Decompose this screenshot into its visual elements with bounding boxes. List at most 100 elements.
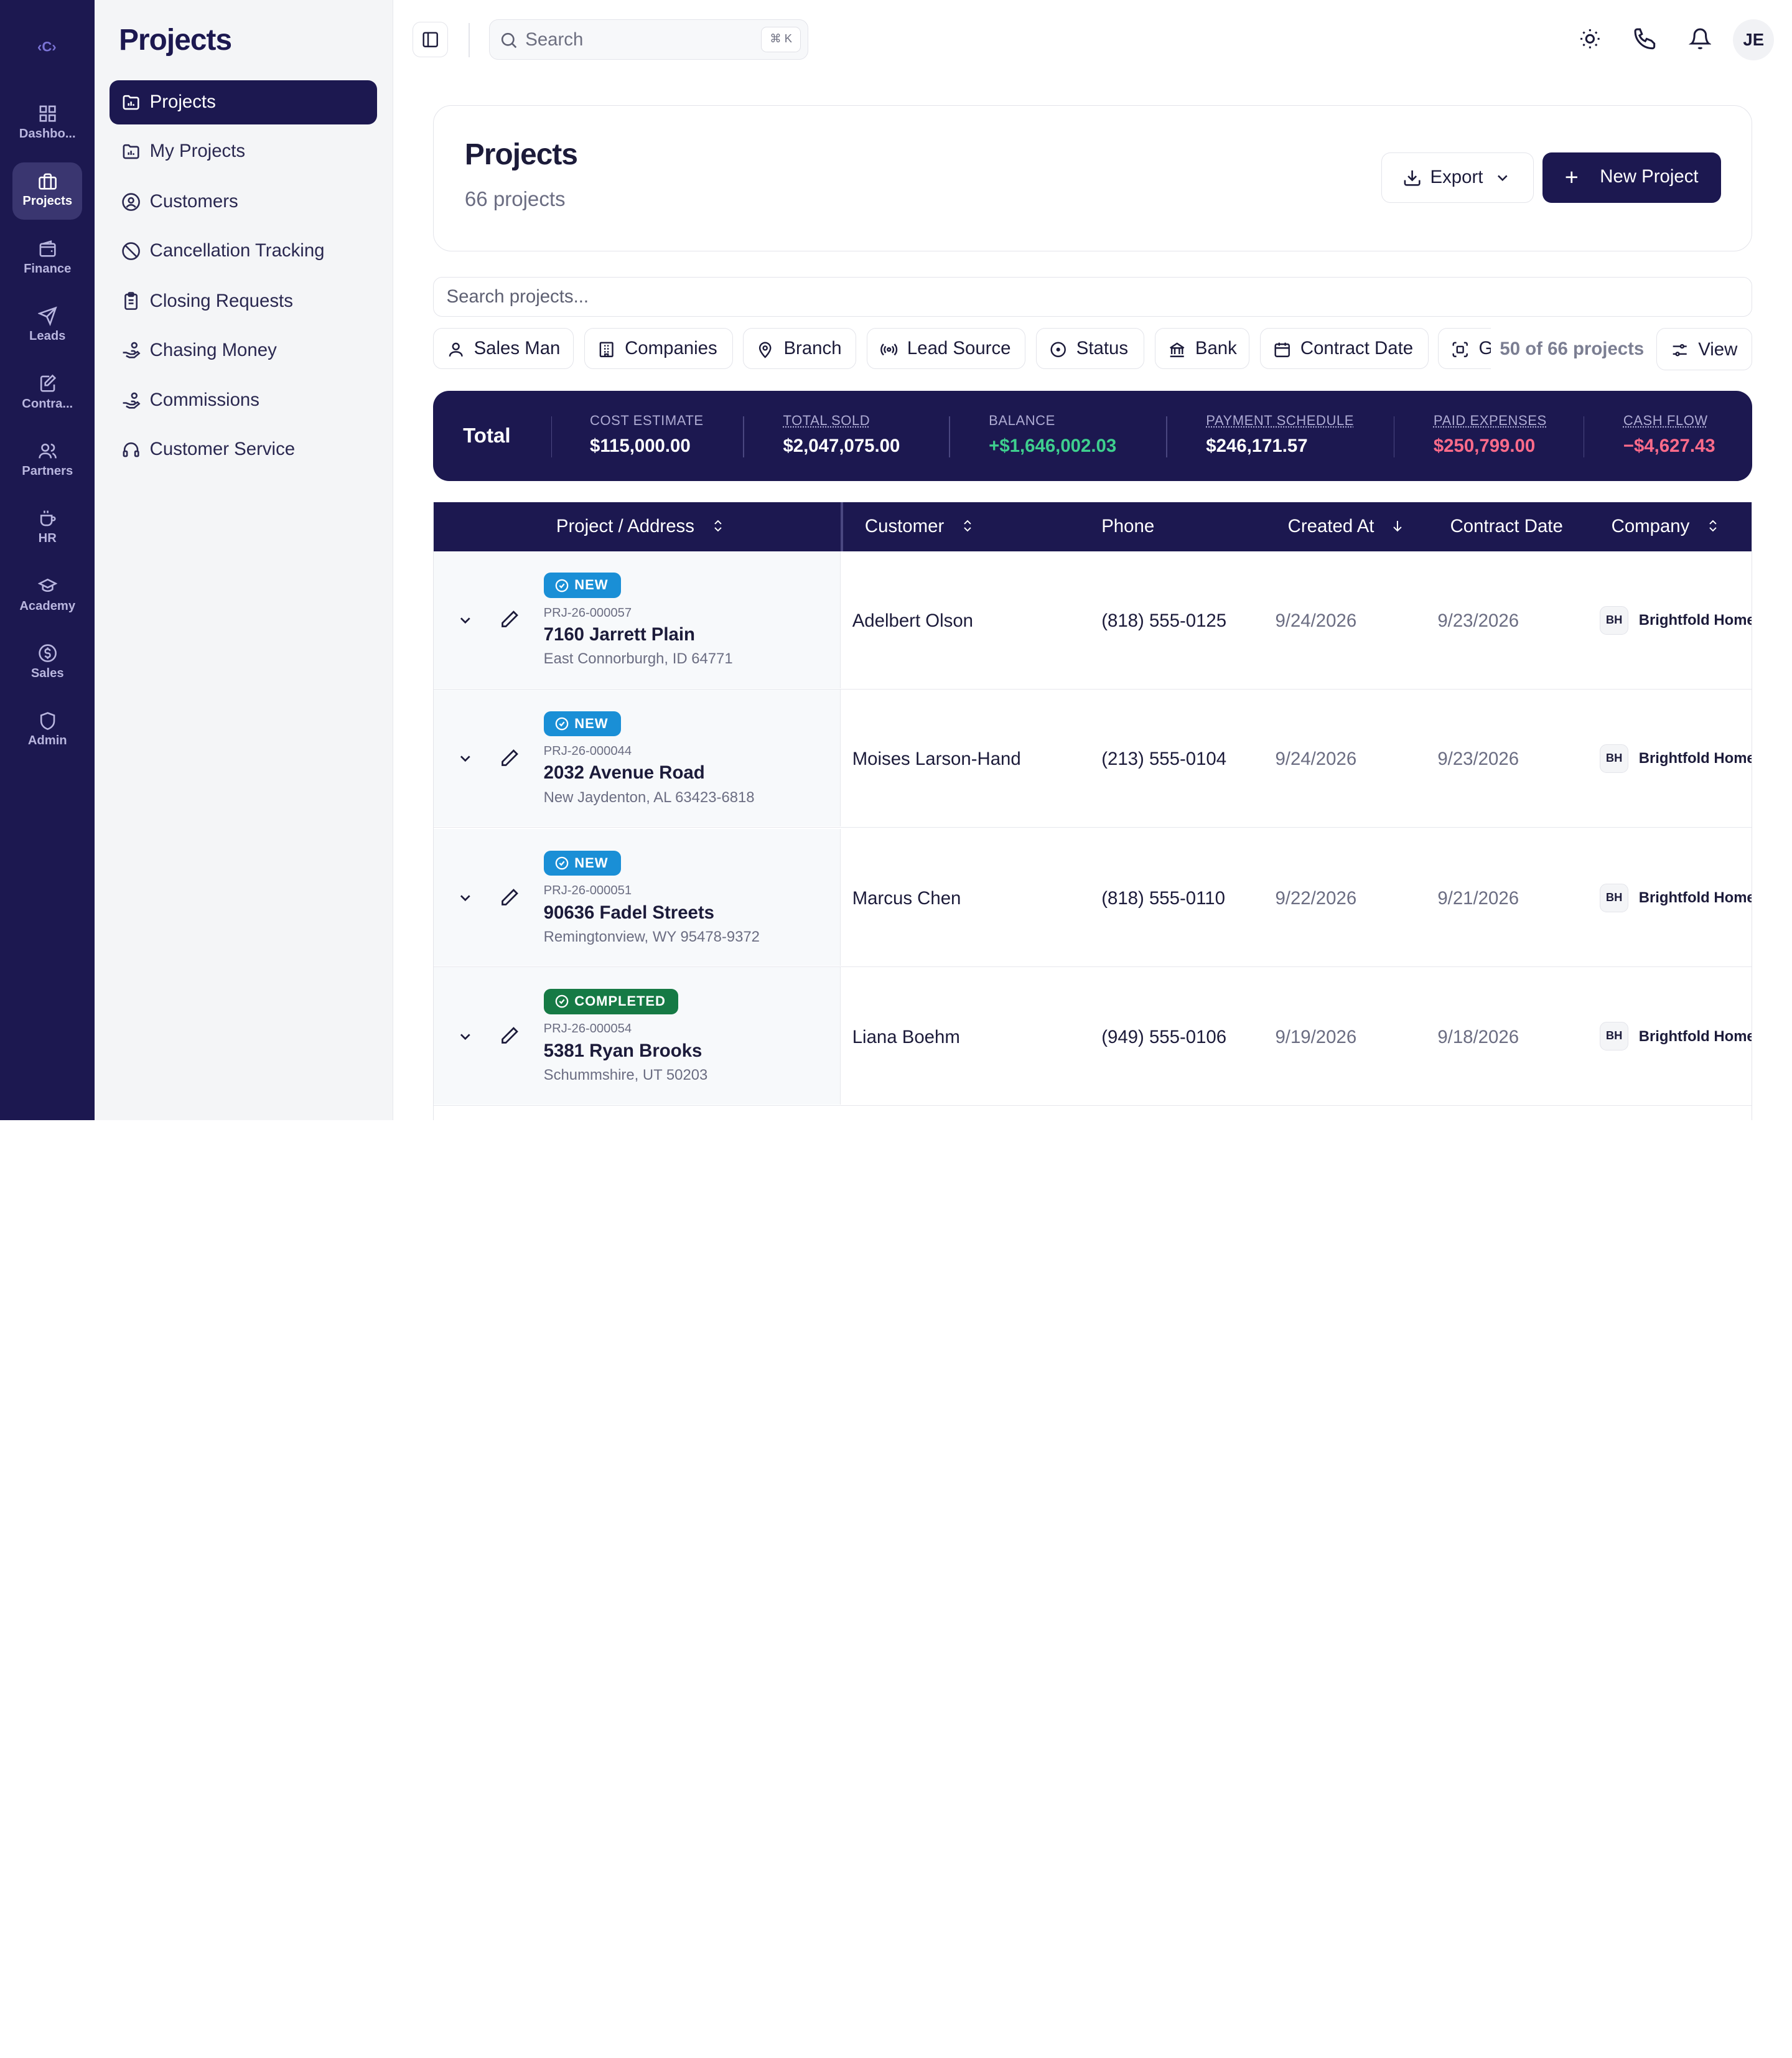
metric-label: COST ESTIMATE [589,413,704,429]
rail-item-label: Finance [24,261,72,276]
status-badge: NEW [543,573,621,598]
totals-separator [1393,416,1395,457]
filter-truncated[interactable]: G [1438,328,1491,370]
sidebar-item-chasing-money[interactable]: Chasing Money [110,328,377,373]
phone-icon[interactable] [1633,27,1656,50]
headset-icon [123,442,139,457]
metric-payment-schedule[interactable]: PAYMENT SCHEDULE $246,171.57 [1206,413,1354,457]
table-row[interactable]: NEW PRJ-26-000051 90636 Fadel Streets Re… [434,828,1752,968]
status-badge: NEW [543,850,621,876]
rail-item-sales[interactable]: Sales [12,635,82,692]
column-header-created-at[interactable]: Created At [1288,516,1405,537]
new-project-button[interactable]: New Project [1542,152,1721,203]
column-divider [841,502,843,551]
metric-total-sold[interactable]: TOTAL SOLD $2,047,075.00 [783,413,900,457]
metric-label: PAYMENT SCHEDULE [1206,413,1354,429]
rail-item-academy[interactable]: Academy [12,567,82,624]
project-search-input[interactable]: Search projects... [433,276,1753,317]
sidebar-toggle-button[interactable] [413,21,449,57]
logo[interactable]: ‹C› [32,31,62,61]
new-project-label: New Project [1600,166,1699,187]
totals-separator [1165,416,1167,457]
project-id: PRJ-26-000044 [543,744,632,758]
broadcast-icon [880,343,897,355]
table-row[interactable]: NEW PRJ-26-000057 7160 Jarrett Plain Eas… [434,551,1752,690]
table-row[interactable]: COMPLETED PRJ-26-000054 5381 Ryan Brooks… [434,967,1752,1106]
metric-paid-expenses[interactable]: PAID EXPENSES $250,799.00 [1434,413,1547,457]
column-header-contract-date[interactable]: Contract Date [1450,516,1563,537]
column-header-project-address[interactable]: Project / Address [556,516,726,537]
rail-item-finance[interactable]: Finance [12,230,82,287]
filter-status[interactable]: Status [1035,328,1145,370]
column-header-phone[interactable]: Phone [1101,516,1154,537]
metric-balance: BALANCE +$1,646,002.03 [989,413,1116,457]
metric-cash-flow[interactable]: CASH FLOW −$4,627.43 [1623,413,1715,457]
table-header: Project / Address Customer Phone Created… [434,502,1752,551]
rail-item-partners[interactable]: Partners [12,432,82,489]
plus-icon [1566,171,1578,184]
filter-label: Sales Man [474,337,561,358]
sidebar-item-customer-service[interactable]: Customer Service [110,428,377,472]
sidebar-item-projects[interactable]: Projects [110,80,378,125]
clipboard-icon [124,292,138,311]
check-circle-icon [555,717,569,731]
project-address[interactable]: 7160 Jarrett Plain [544,624,695,645]
view-options-button[interactable]: View [1656,328,1753,371]
sidebar-item-label: Closing Requests [149,290,293,311]
pencil-icon[interactable] [499,887,520,908]
chevron-down-icon[interactable] [457,1028,474,1045]
sort-icon [1709,520,1717,531]
chevron-down-icon[interactable] [457,612,474,629]
bank-icon [1169,342,1185,357]
sidebar-item-closing-requests[interactable]: Closing Requests [110,279,377,324]
chevron-down-icon[interactable] [457,750,474,767]
metric-cost-estimate: COST ESTIMATE $115,000.00 [590,413,704,457]
company-avatar: BH [1600,606,1629,635]
contract-date: 9/21/2026 [1437,888,1519,909]
filter-label: Lead Source [907,337,1011,358]
column-header-company[interactable]: Company [1612,516,1720,537]
arrow-down-icon [1393,520,1402,531]
column-header-customer[interactable]: Customer [865,516,975,537]
rail-item-projects[interactable]: Projects [12,162,83,220]
project-address[interactable]: 2032 Avenue Road [544,762,705,783]
sidebar-item-cancellation-tracking[interactable]: Cancellation Tracking [110,228,377,273]
totals-separator [743,416,744,457]
sidebar-item-commissions[interactable]: Commissions [110,378,377,423]
project-address[interactable]: 5381 Ryan Brooks [544,1041,702,1062]
bell-icon[interactable] [1688,27,1712,50]
table-row[interactable]: NEW PRJ-26-000044 2032 Avenue Road New J… [434,689,1752,828]
filter-sales-man[interactable]: Sales Man [433,328,574,370]
top-bar: Search ⌘ K JE [393,0,1792,80]
contract-date: 9/23/2026 [1437,610,1519,632]
totals-bar: Total COST ESTIMATE $115,000.00 TOTAL SO… [433,391,1753,482]
company-name: Brightfold Home [1638,611,1753,629]
customer-phone: (818) 555-0110 [1101,888,1225,909]
wallet-icon [39,240,56,257]
rail-item-hr[interactable]: HR [12,500,82,557]
pencil-icon[interactable] [499,1026,520,1046]
project-address[interactable]: 90636 Fadel Streets [544,902,714,924]
rail-item-leads[interactable]: Leads [12,297,82,355]
filter-bank[interactable]: Bank [1154,328,1250,370]
filter-branch[interactable]: Branch [743,328,857,370]
view-label: View [1698,339,1738,360]
created-at: 9/24/2026 [1275,749,1357,770]
filter-lead-source[interactable]: Lead Source [866,328,1025,370]
pencil-icon[interactable] [499,748,520,769]
pencil-icon[interactable] [499,609,520,630]
rail-item-dashboard[interactable]: Dashbo... [12,95,82,152]
export-button[interactable]: Export [1381,152,1534,203]
chevron-down-icon[interactable] [457,889,474,907]
sidebar-item-my-projects[interactable]: My Projects [110,129,377,174]
filter-companies[interactable]: Companies [584,328,733,370]
sidebar-item-customers[interactable]: Customers [110,179,377,224]
rail-item-admin[interactable]: Admin [12,702,82,759]
filter-contract-date[interactable]: Contract Date [1259,328,1429,370]
rail-item-contracts[interactable]: Contra... [12,365,82,422]
avatar[interactable]: JE [1733,19,1775,61]
customer-name: Adelbert Olson [852,610,974,632]
customer-name: Moises Larson-Hand [852,749,1021,770]
global-search-input[interactable]: Search ⌘ K [489,19,808,60]
sun-icon[interactable] [1579,27,1602,50]
